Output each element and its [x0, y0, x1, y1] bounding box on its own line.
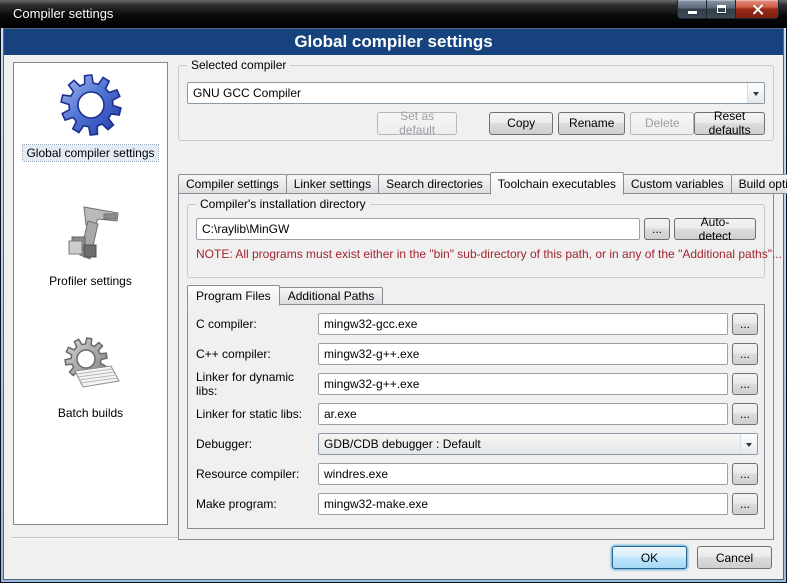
page-title: Global compiler settings [4, 29, 783, 55]
window-titlebar[interactable]: Compiler settings [0, 0, 787, 28]
calipers-icon [58, 201, 122, 265]
chevron-down-icon [746, 443, 752, 450]
settings-category-list: Global compiler settings Profiler settin… [13, 62, 168, 525]
subtab-program-files[interactable]: Program Files [187, 285, 280, 306]
sidebar-item-label: Profiler settings [46, 273, 135, 289]
installation-directory-browse-button[interactable]: ... [644, 218, 670, 240]
tab-search-directories[interactable]: Search directories [378, 174, 491, 194]
window-controls [677, 0, 779, 19]
make-program-input[interactable] [318, 493, 728, 515]
debugger-label: Debugger: [196, 437, 318, 451]
compiler-select-arrow[interactable] [747, 83, 764, 103]
dialog-body: Global compiler settings Global compiler… [3, 28, 784, 580]
window-title: Compiler settings [13, 6, 113, 21]
dynamic-linker-label: Linker for dynamic libs: [196, 370, 318, 398]
bin-subdirectory-note: NOTE: All programs must exist either in … [196, 247, 782, 261]
programs-subtabstrip: Program Files Additional Paths [187, 284, 382, 305]
gear-stack-icon [59, 333, 123, 397]
ok-button[interactable]: OK [612, 546, 687, 569]
sidebar-item-label: Global compiler settings [23, 145, 157, 161]
debugger-select-value: GDB/CDB debugger : Default [319, 437, 740, 451]
static-linker-input[interactable] [318, 403, 728, 425]
resource-compiler-row: Resource compiler: ... [196, 463, 758, 485]
maximize-icon [717, 5, 726, 13]
c-compiler-browse-button[interactable]: ... [732, 313, 758, 335]
static-linker-browse-button[interactable]: ... [732, 403, 758, 425]
cpp-compiler-row: C++ compiler: ... [196, 343, 758, 365]
selected-compiler-group-label: Selected compiler [187, 58, 290, 72]
delete-button[interactable]: Delete [630, 112, 694, 135]
dynamic-linker-row: Linker for dynamic libs: ... [196, 373, 758, 395]
resource-compiler-label: Resource compiler: [196, 467, 318, 481]
c-compiler-row: C compiler: ... [196, 313, 758, 335]
sidebar-item-label: Batch builds [55, 405, 126, 421]
sidebar-item-global-compiler-settings[interactable]: Global compiler settings [23, 73, 157, 161]
dynamic-linker-input[interactable] [318, 373, 728, 395]
program-files-panel: C compiler: ... C++ compiler: ... Linker… [187, 304, 765, 529]
subtab-additional-paths[interactable]: Additional Paths [279, 287, 384, 305]
sidebar-item-batch-builds[interactable]: Batch builds [55, 333, 126, 421]
compiler-actions-row: Set as default Copy Rename Delete Reset … [187, 111, 765, 135]
static-linker-label: Linker for static libs: [196, 407, 318, 421]
tab-custom-variables[interactable]: Custom variables [623, 174, 732, 194]
tab-build-options[interactable]: Build options [731, 174, 787, 194]
static-linker-row: Linker for static libs: ... [196, 403, 758, 425]
cancel-button[interactable]: Cancel [697, 546, 772, 569]
close-icon [752, 4, 763, 15]
debugger-select-arrow[interactable] [740, 434, 757, 454]
minimize-button[interactable] [677, 0, 707, 19]
cpp-compiler-input[interactable] [318, 343, 728, 365]
cpp-compiler-browse-button[interactable]: ... [732, 343, 758, 365]
minimize-icon [688, 11, 697, 14]
debugger-select[interactable]: GDB/CDB debugger : Default [318, 433, 758, 455]
resource-compiler-input[interactable] [318, 463, 728, 485]
installation-directory-row: ... Auto-detect [196, 218, 756, 240]
make-program-label: Make program: [196, 497, 318, 511]
maximize-button[interactable] [707, 0, 735, 19]
c-compiler-label: C compiler: [196, 317, 318, 331]
copy-button[interactable]: Copy [489, 112, 553, 135]
make-program-row: Make program: ... [196, 493, 758, 515]
compiler-select[interactable]: GNU GCC Compiler [187, 82, 765, 104]
installation-directory-input[interactable] [196, 218, 640, 240]
main-panel: Selected compiler GNU GCC Compiler Set a… [178, 62, 774, 141]
dynamic-linker-browse-button[interactable]: ... [732, 373, 758, 395]
installation-directory-group: Compiler's installation directory ... Au… [187, 204, 765, 278]
installation-directory-group-label: Compiler's installation directory [196, 197, 370, 211]
toolchain-executables-panel: Compiler's installation directory ... Au… [178, 193, 774, 540]
chevron-down-icon [753, 92, 759, 99]
blue-gear-icon [59, 73, 123, 137]
compiler-select-value: GNU GCC Compiler [188, 86, 747, 100]
close-button[interactable] [735, 0, 779, 19]
tab-toolchain-executables[interactable]: Toolchain executables [490, 172, 624, 195]
tab-linker-settings[interactable]: Linker settings [286, 174, 379, 194]
auto-detect-button[interactable]: Auto-detect [674, 218, 756, 240]
sidebar-item-profiler-settings[interactable]: Profiler settings [46, 201, 135, 289]
settings-tabstrip: Compiler settings Linker settings Search… [178, 171, 774, 194]
compiler-settings-window: Compiler settings Global compiler settin… [0, 0, 787, 583]
debugger-row: Debugger: GDB/CDB debugger : Default [196, 433, 758, 455]
tab-compiler-settings[interactable]: Compiler settings [178, 174, 287, 194]
reset-defaults-button[interactable]: Reset defaults [694, 112, 765, 135]
dialog-footer: OK Cancel [612, 546, 772, 569]
rename-button[interactable]: Rename [558, 112, 625, 135]
c-compiler-input[interactable] [318, 313, 728, 335]
resource-compiler-browse-button[interactable]: ... [732, 463, 758, 485]
cpp-compiler-label: C++ compiler: [196, 347, 318, 361]
make-program-browse-button[interactable]: ... [732, 493, 758, 515]
set-as-default-button[interactable]: Set as default [377, 112, 457, 135]
selected-compiler-group: Selected compiler GNU GCC Compiler Set a… [178, 65, 774, 141]
